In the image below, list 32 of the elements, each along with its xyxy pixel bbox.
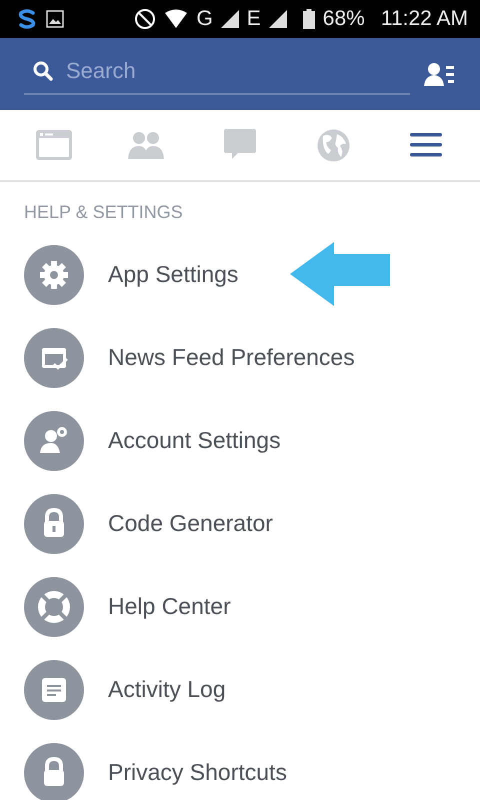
- gear-icon: [24, 244, 84, 304]
- image-icon: [46, 10, 64, 28]
- lock-menu-item[interactable]: Privacy Shortcuts: [0, 731, 480, 800]
- section-heading: HELP & SETTINGS: [23, 201, 184, 224]
- clock: 11:22 AM: [380, 7, 468, 31]
- friend-list-icon[interactable]: [424, 62, 456, 86]
- feed-check-icon: [24, 328, 84, 388]
- signal-icon: [220, 10, 239, 28]
- search-icon: [32, 60, 54, 82]
- speech-bubble-icon: [224, 129, 256, 161]
- lock-icon: [24, 494, 84, 554]
- feed-menu-item[interactable]: News Feed Preferences: [0, 316, 480, 399]
- log-menu-item[interactable]: Activity Log: [0, 648, 480, 731]
- globe-icon: [316, 128, 350, 162]
- app-logo-icon: [16, 8, 38, 30]
- battery-icon: [302, 9, 315, 29]
- wifi-icon: [164, 9, 188, 29]
- menu-icon: [409, 131, 443, 159]
- network-type: G: [196, 7, 213, 31]
- help-menu-item[interactable]: Help Center: [0, 565, 480, 648]
- account-menu-item[interactable]: Account Settings: [0, 399, 480, 482]
- do-not-disturb-icon: [134, 8, 156, 30]
- people-icon: [128, 130, 166, 160]
- browser-window-icon: [35, 129, 73, 161]
- signal-icon: [268, 10, 287, 28]
- code-menu-item[interactable]: Code Generator: [0, 482, 480, 565]
- gear-menu-item[interactable]: App Settings: [0, 233, 480, 316]
- battery-percent: 68%: [322, 7, 365, 31]
- lifebuoy-icon: [24, 576, 84, 636]
- network-type: E: [246, 7, 261, 31]
- document-icon: [24, 660, 84, 720]
- person-gear-icon: [24, 410, 84, 470]
